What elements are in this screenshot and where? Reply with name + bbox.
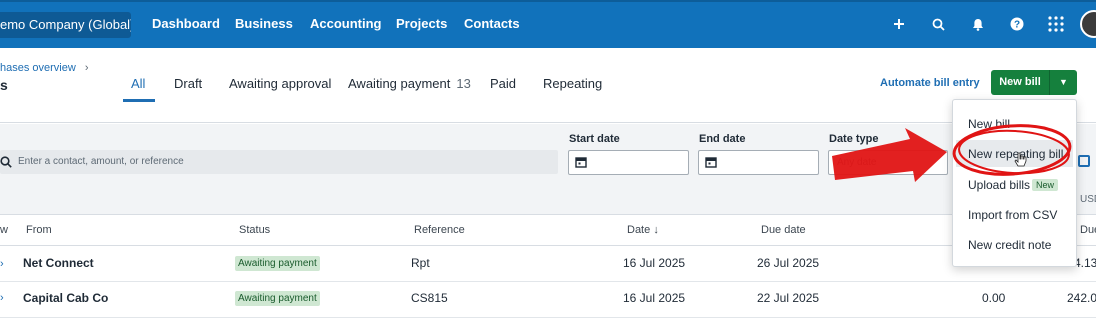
- column-date-label: Date: [627, 224, 651, 236]
- svg-text:?: ?: [1014, 20, 1020, 31]
- sort-desc-icon: ↓: [653, 224, 659, 236]
- date-type-label: Date type: [829, 133, 879, 145]
- new-badge: New: [1032, 179, 1059, 191]
- page-title: s: [0, 77, 8, 93]
- date-type-select[interactable]: Any date: [828, 150, 948, 175]
- row-date: 16 Jul 2025: [623, 256, 686, 270]
- column-due-date[interactable]: Due date: [761, 224, 806, 236]
- tab-all[interactable]: All: [131, 76, 145, 91]
- row-reference: Rpt: [411, 256, 430, 270]
- start-date-field[interactable]: [568, 150, 689, 175]
- menu-item-new-credit-note[interactable]: New credit note: [968, 238, 1051, 252]
- plus-icon[interactable]: [889, 14, 909, 34]
- nav-accounting[interactable]: Accounting: [310, 0, 382, 48]
- row-due-date: 26 Jul 2025: [757, 256, 820, 270]
- active-tab-indicator: [123, 99, 155, 102]
- columns-icon[interactable]: [1078, 155, 1090, 167]
- row-due-amount: 4.13: [1074, 256, 1096, 270]
- table-row[interactable]: [0, 282, 1096, 318]
- search-icon: [0, 155, 14, 169]
- column-reference[interactable]: Reference: [414, 224, 465, 236]
- column-status[interactable]: Status: [239, 224, 270, 236]
- currency-label: USD: [1080, 194, 1096, 205]
- breadcrumb[interactable]: hases overview ›: [0, 62, 89, 74]
- chevron-right-icon[interactable]: ›: [0, 292, 6, 304]
- breadcrumb-link[interactable]: hases overview: [0, 62, 76, 74]
- end-date-field[interactable]: [698, 150, 819, 175]
- chevron-down-icon: ▼: [1059, 77, 1068, 87]
- nav-contacts[interactable]: Contacts: [464, 0, 520, 48]
- tab-paid[interactable]: Paid: [490, 76, 516, 91]
- column-from[interactable]: From: [26, 224, 52, 236]
- tab-label: Awaiting payment: [348, 76, 451, 91]
- column-due[interactable]: Due: [1080, 224, 1096, 236]
- apps-grid-icon[interactable]: [1046, 14, 1066, 34]
- start-date-label: Start date: [569, 133, 620, 145]
- status-badge: Awaiting payment: [235, 291, 320, 306]
- nav-business[interactable]: Business: [235, 0, 293, 48]
- menu-item-import-from-csv[interactable]: Import from CSV: [968, 208, 1057, 222]
- column-view: w: [0, 224, 8, 236]
- nav-dashboard[interactable]: Dashboard: [152, 0, 220, 48]
- organisation-name: emo Company (Global): [0, 17, 131, 32]
- automate-bill-entry-link[interactable]: Automate bill entry: [880, 77, 980, 89]
- menu-item-new-repeating-bill[interactable]: New repeating bill: [968, 147, 1063, 161]
- end-date-label: End date: [699, 133, 746, 145]
- nav-projects[interactable]: Projects: [396, 0, 447, 48]
- new-bill-menu-toggle[interactable]: ▼: [1049, 70, 1077, 95]
- chevron-right-icon[interactable]: ›: [0, 258, 6, 270]
- breadcrumb-separator: ›: [84, 62, 89, 74]
- tab-awaiting-approval[interactable]: Awaiting approval: [229, 76, 331, 91]
- tab-repeating[interactable]: Repeating: [543, 76, 602, 91]
- new-bill-button[interactable]: New bill: [991, 70, 1049, 95]
- menu-item-new-bill[interactable]: New bill: [968, 117, 1010, 131]
- table-row[interactable]: [0, 246, 1096, 282]
- menu-item-upload-bills[interactable]: Upload bills: [968, 178, 1030, 192]
- search-icon[interactable]: [928, 14, 948, 34]
- row-from: Net Connect: [23, 256, 94, 270]
- calendar-icon: [575, 157, 587, 168]
- tab-count: 13: [456, 76, 471, 91]
- search-placeholder: Enter a contact, amount, or reference: [18, 156, 184, 167]
- help-icon[interactable]: ?: [1007, 14, 1027, 34]
- tab-awaiting-payment[interactable]: Awaiting payment 13: [348, 76, 471, 91]
- organisation-switcher[interactable]: emo Company (Global)▼: [0, 12, 131, 38]
- tab-draft[interactable]: Draft: [174, 76, 202, 91]
- bell-icon[interactable]: [968, 14, 988, 34]
- status-badge: Awaiting payment: [235, 256, 320, 271]
- column-date[interactable]: Date ↓: [627, 224, 659, 236]
- table-header: [0, 214, 1096, 246]
- calendar-icon: [705, 157, 717, 168]
